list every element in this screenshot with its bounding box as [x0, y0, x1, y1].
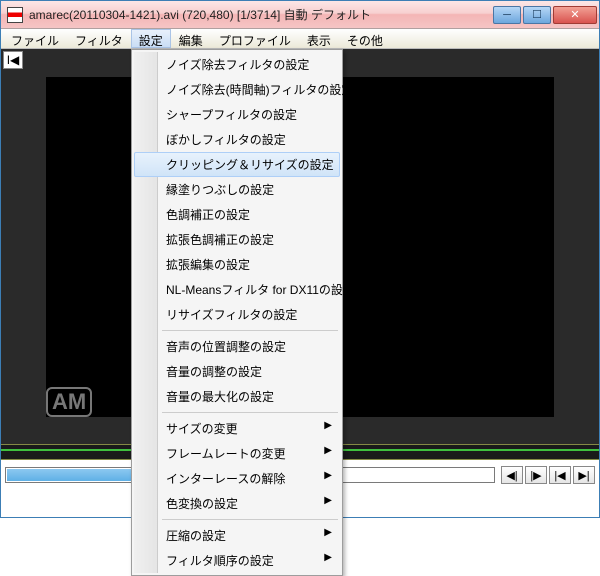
dropdown-separator — [162, 330, 338, 331]
submenu-arrow-icon: ▶ — [324, 495, 332, 506]
titlebar[interactable]: amarec(20110304-1421).avi (720,480) [1/3… — [1, 1, 599, 29]
dropdown-item[interactable]: シャープフィルタの設定 — [134, 102, 340, 127]
dropdown-item[interactable]: ノイズ除去フィルタの設定 — [134, 52, 340, 77]
dropdown-item[interactable]: 音量の最大化の設定 — [134, 384, 340, 409]
dropdown-item-label: 圧縮の設定 — [166, 529, 226, 543]
dropdown-item[interactable]: 色調補正の設定 — [134, 202, 340, 227]
dropdown-item-label: 音量の調整の設定 — [166, 365, 262, 379]
first-frame-button[interactable]: |◀ — [549, 466, 571, 484]
prev-frame-icon: ◀| — [506, 469, 517, 482]
dropdown-item[interactable]: 圧縮の設定 ▶ — [134, 523, 340, 548]
maximize-icon: ☐ — [532, 8, 542, 21]
menu-settings[interactable]: 設定 — [131, 29, 171, 48]
dropdown-item[interactable]: 拡張色調補正の設定 — [134, 227, 340, 252]
dropdown-item-label: 拡張色調補正の設定 — [166, 233, 274, 247]
dropdown-item-label: シャープフィルタの設定 — [166, 108, 297, 122]
prev-frame-button[interactable]: ◀| — [501, 466, 523, 484]
dropdown-item-label: ぼかしフィルタの設定 — [166, 133, 286, 147]
dropdown-item-label: フィルタ順序の設定 — [166, 554, 274, 568]
menu-profile[interactable]: プロファイル — [211, 29, 299, 48]
menu-edit[interactable]: 編集 — [171, 29, 211, 48]
first-frame-icon: |◀ — [554, 469, 565, 482]
dropdown-item[interactable]: リサイズフィルタの設定 — [134, 302, 340, 327]
dropdown-item-label: NL-Meansフィルタ for DX11の設定 — [166, 283, 355, 297]
dropdown-item-label: フレームレートの変更 — [166, 447, 286, 461]
close-button[interactable]: ✕ — [553, 6, 597, 24]
dropdown-item[interactable]: 色変換の設定 ▶ — [134, 491, 340, 516]
submenu-arrow-icon: ▶ — [324, 527, 332, 538]
submenu-arrow-icon: ▶ — [324, 470, 332, 481]
back-icon: I◀ — [7, 53, 20, 67]
dropdown-item[interactable]: 縁塗りつぶしの設定 — [134, 177, 340, 202]
submenu-arrow-icon: ▶ — [324, 420, 332, 431]
app-icon — [7, 7, 23, 23]
dropdown-item-label: 色調補正の設定 — [166, 208, 250, 222]
watermark: AM — [46, 387, 92, 417]
minimize-icon: ─ — [503, 9, 511, 21]
submenu-arrow-icon: ▶ — [324, 552, 332, 563]
dropdown-item[interactable]: 音声の位置調整の設定 — [134, 334, 340, 359]
dropdown-item-label: サイズの変更 — [166, 422, 238, 436]
dropdown-item-label: 音量の最大化の設定 — [166, 390, 274, 404]
dropdown-item[interactable]: フレームレートの変更 ▶ — [134, 441, 340, 466]
dropdown-item-label: インターレースの解除 — [166, 472, 285, 486]
menu-filter[interactable]: フィルタ — [67, 29, 131, 48]
dropdown-separator — [162, 412, 338, 413]
dropdown-item-label: ノイズ除去フィルタの設定 — [166, 58, 309, 72]
dropdown-item-label: リサイズフィルタの設定 — [166, 308, 297, 322]
next-frame-icon: |▶ — [530, 469, 541, 482]
menubar: ファイル フィルタ 設定 編集 プロファイル 表示 その他 — [1, 29, 599, 49]
close-icon: ✕ — [570, 8, 579, 21]
dropdown-item-label: クリッピング＆リサイズの設定 — [166, 158, 334, 172]
dropdown-item[interactable]: 音量の調整の設定 — [134, 359, 340, 384]
last-frame-icon: ▶| — [578, 469, 589, 482]
menu-other[interactable]: その他 — [339, 29, 391, 48]
back-button[interactable]: I◀ — [3, 51, 23, 69]
dropdown-item[interactable]: インターレースの解除 ▶ — [134, 466, 340, 491]
dropdown-item[interactable]: ぼかしフィルタの設定 — [134, 127, 340, 152]
next-frame-button[interactable]: |▶ — [525, 466, 547, 484]
menu-file[interactable]: ファイル — [3, 29, 67, 48]
dropdown-separator — [162, 519, 338, 520]
dropdown-item[interactable]: クリッピング＆リサイズの設定 — [134, 152, 340, 177]
submenu-arrow-icon: ▶ — [324, 445, 332, 456]
settings-dropdown: ノイズ除去フィルタの設定ノイズ除去(時間軸)フィルタの設定シャープフィルタの設定… — [131, 49, 343, 576]
dropdown-item[interactable]: 拡張編集の設定 — [134, 252, 340, 277]
dropdown-item-label: 音声の位置調整の設定 — [166, 340, 286, 354]
minimize-button[interactable]: ─ — [493, 6, 521, 24]
window-title: amarec(20110304-1421).avi (720,480) [1/3… — [29, 6, 493, 23]
dropdown-item-label: 縁塗りつぶしの設定 — [166, 183, 274, 197]
dropdown-item[interactable]: フィルタ順序の設定 ▶ — [134, 548, 340, 573]
maximize-button[interactable]: ☐ — [523, 6, 551, 24]
dropdown-item-label: 色変換の設定 — [166, 497, 238, 511]
dropdown-item-label: 拡張編集の設定 — [166, 258, 250, 272]
dropdown-item[interactable]: NL-Meansフィルタ for DX11の設定 — [134, 277, 340, 302]
app-window: amarec(20110304-1421).avi (720,480) [1/3… — [0, 0, 600, 518]
dropdown-item[interactable]: サイズの変更 ▶ — [134, 416, 340, 441]
menu-view[interactable]: 表示 — [299, 29, 339, 48]
dropdown-item-label: ノイズ除去(時間軸)フィルタの設定 — [166, 83, 353, 97]
dropdown-item[interactable]: ノイズ除去(時間軸)フィルタの設定 — [134, 77, 340, 102]
last-frame-button[interactable]: ▶| — [573, 466, 595, 484]
